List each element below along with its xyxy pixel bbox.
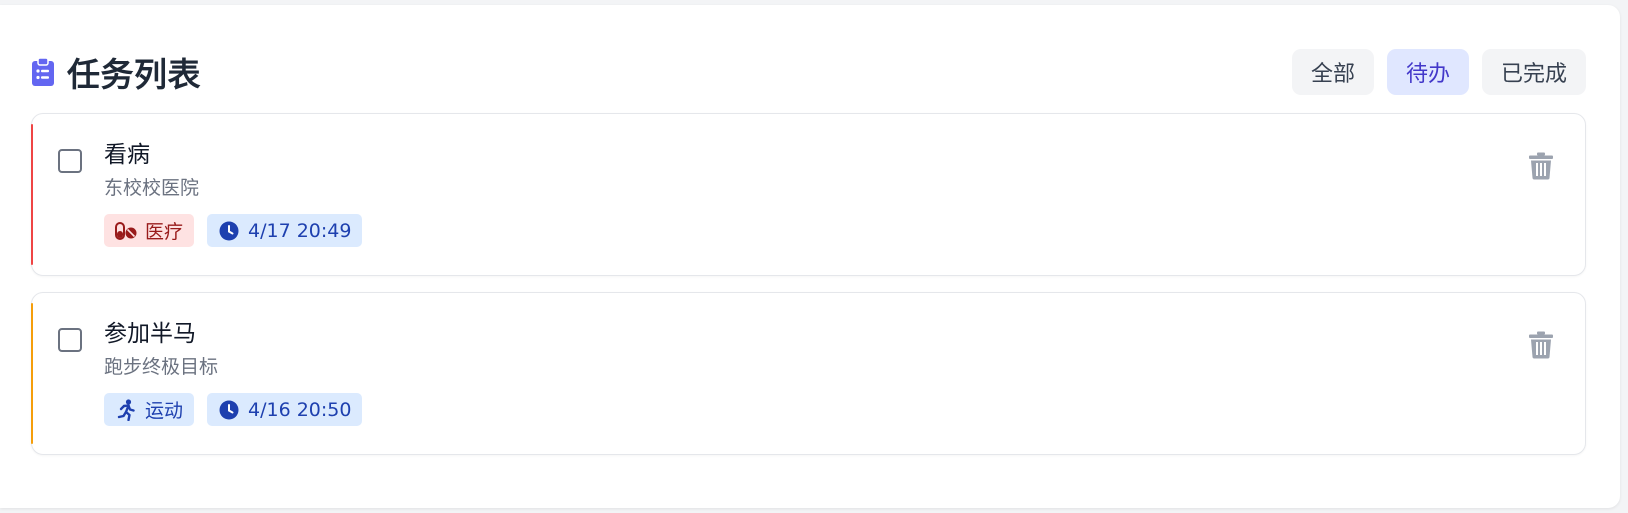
task-checkbox[interactable] bbox=[58, 328, 82, 352]
task-title: 看病 bbox=[104, 142, 150, 168]
trash-icon bbox=[1529, 152, 1553, 184]
task-description: 跑步终极目标 bbox=[104, 356, 219, 378]
task-body: 看病 东校校医院 医疗 4/17 20:49 bbox=[104, 140, 363, 247]
filter-completed-button[interactable]: 已完成 bbox=[1481, 49, 1586, 95]
filter-pending-button[interactable]: 待办 bbox=[1386, 49, 1469, 95]
task-description: 东校校医院 bbox=[104, 177, 200, 199]
task-tags: 医疗 4/17 20:49 bbox=[104, 214, 363, 247]
due-date-badge: 4/17 20:49 bbox=[207, 214, 363, 247]
task-title: 参加半马 bbox=[104, 321, 196, 347]
running-icon bbox=[115, 398, 137, 421]
category-badge: 医疗 bbox=[104, 214, 195, 247]
due-date-label: 4/16 20:50 bbox=[248, 398, 352, 421]
page-title: 任务列表 bbox=[67, 55, 201, 94]
filter-all-button[interactable]: 全部 bbox=[1291, 49, 1374, 95]
category-label: 医疗 bbox=[145, 221, 184, 243]
delete-button[interactable] bbox=[1527, 152, 1555, 184]
filter-group: 全部 待办 已完成 bbox=[1291, 49, 1586, 95]
category-badge: 运动 bbox=[104, 393, 195, 426]
title-group: 任务列表 bbox=[31, 52, 201, 94]
task-tags: 运动 4/16 20:50 bbox=[104, 393, 363, 426]
task-panel: 任务列表 全部 待办 已完成 看病 东校校医院 医疗 4/17 20:49 参加… bbox=[0, 5, 1620, 508]
pills-icon bbox=[115, 220, 137, 242]
panel-header: 任务列表 全部 待办 已完成 bbox=[31, 44, 1586, 99]
task-item: 看病 东校校医院 医疗 4/17 20:49 bbox=[31, 113, 1586, 276]
task-item: 参加半马 跑步终极目标 运动 4/16 20:50 bbox=[31, 292, 1586, 455]
task-body: 参加半马 跑步终极目标 运动 4/16 20:50 bbox=[104, 319, 363, 426]
clock-icon bbox=[218, 220, 240, 242]
delete-button[interactable] bbox=[1527, 331, 1555, 363]
due-date-label: 4/17 20:49 bbox=[248, 219, 352, 242]
due-date-badge: 4/16 20:50 bbox=[207, 393, 363, 426]
priority-accent bbox=[31, 124, 33, 265]
task-checkbox[interactable] bbox=[58, 149, 82, 173]
priority-accent bbox=[31, 303, 33, 444]
trash-icon bbox=[1529, 331, 1553, 363]
category-label: 运动 bbox=[145, 400, 184, 422]
clipboard-list-icon bbox=[31, 56, 55, 88]
clock-icon bbox=[218, 399, 240, 421]
